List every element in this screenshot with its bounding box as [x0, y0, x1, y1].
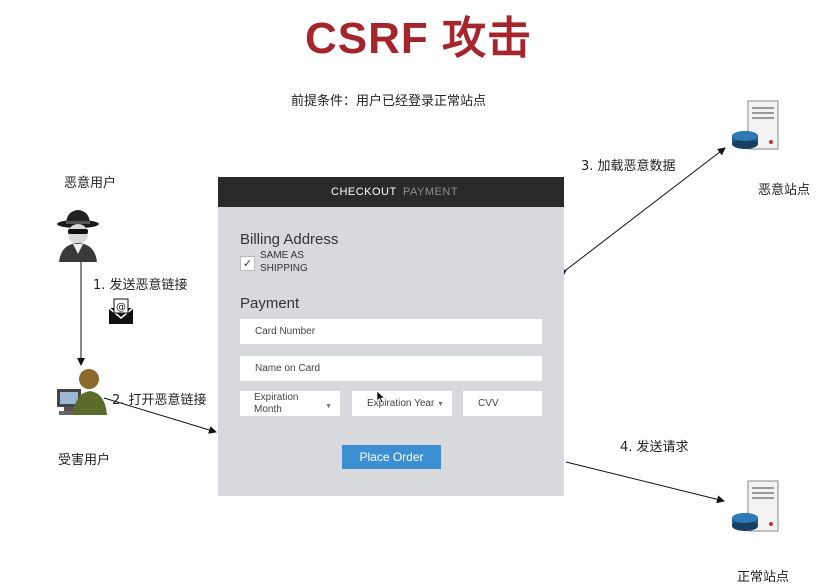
billing-address-heading: Billing Address: [240, 231, 339, 248]
chevron-down-icon: ▼: [325, 403, 332, 410]
victim-user-icon: [57, 369, 107, 415]
svg-text:@: @: [116, 302, 126, 313]
expiration-year-select[interactable]: Expiration Year ▼: [352, 391, 452, 416]
checkout-form: CHECKOUT PAYMENT Billing Address ✓ SAME …: [218, 177, 564, 496]
normal-server-icon: [732, 480, 779, 532]
hacker-icon: [57, 210, 99, 262]
payment-heading: Payment: [240, 295, 300, 312]
email-icon: @: [108, 298, 134, 324]
expiration-month-select[interactable]: Expiration Month ▼: [240, 391, 340, 416]
tab-payment[interactable]: PAYMENT: [403, 186, 458, 198]
same-as-shipping-label: SAME AS SHIPPING: [260, 250, 308, 274]
step2-label: 2. 打开恶意链接: [112, 393, 207, 408]
step4-label: 4. 发送请求: [620, 440, 689, 455]
same-as-shipping-checkbox[interactable]: ✓: [240, 256, 255, 271]
checkout-topbar: CHECKOUT PAYMENT: [218, 177, 564, 207]
card-number-input[interactable]: Card Number: [240, 319, 542, 344]
place-order-button[interactable]: Place Order: [342, 445, 441, 469]
attacker-label: 恶意用户: [64, 176, 117, 191]
victim-label: 受害用户: [58, 453, 111, 468]
chevron-down-icon: ▼: [437, 401, 444, 408]
name-on-card-input[interactable]: Name on Card: [240, 356, 542, 381]
tab-checkout[interactable]: CHECKOUT: [331, 186, 397, 198]
normal-site-label: 正常站点: [737, 570, 790, 585]
step1-label: 1. 发送恶意链接: [93, 278, 188, 293]
arrow-send-request: [565, 461, 725, 504]
malicious-site-label: 恶意站点: [758, 183, 811, 198]
cvv-input[interactable]: CVV: [463, 391, 542, 416]
step3-label: 3. 加载恶意数据: [581, 159, 676, 174]
cursor-icon: [376, 390, 386, 404]
malicious-server-icon: [732, 100, 779, 150]
